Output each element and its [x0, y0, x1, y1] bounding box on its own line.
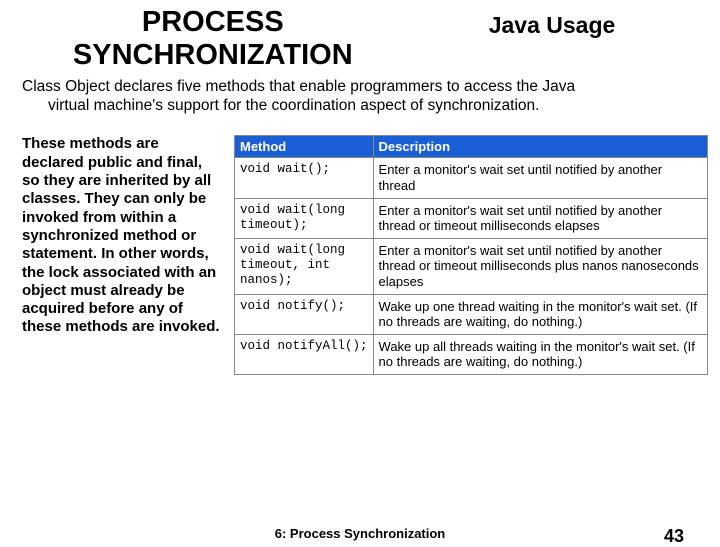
cell-method: void wait();: [235, 158, 374, 198]
slide-header: PROCESS SYNCHRONIZATION Java Usage: [0, 0, 720, 73]
table-header-row: Method Description: [235, 136, 708, 158]
col-header-method: Method: [235, 136, 374, 158]
cell-desc: Enter a monitor's wait set until notifie…: [373, 158, 707, 198]
intro-line2: virtual machine's support for the coordi…: [22, 96, 700, 115]
cell-desc: Wake up one thread waiting in the monito…: [373, 294, 707, 334]
intro-paragraph: Class Object declares five methods that …: [0, 73, 720, 116]
page-number: 43: [664, 526, 684, 547]
table-row: void notifyAll(); Wake up all threads wa…: [235, 334, 708, 374]
table-row: void wait(long timeout, int nanos); Ente…: [235, 238, 708, 294]
table-row: void wait(); Enter a monitor's wait set …: [235, 158, 708, 198]
cell-desc: Wake up all threads waiting in the monit…: [373, 334, 707, 374]
slide-title: PROCESS SYNCHRONIZATION: [40, 6, 386, 73]
cell-method: void wait(long timeout);: [235, 198, 374, 238]
slide-subtitle: Java Usage: [424, 6, 680, 73]
table-row: void notify(); Wake up one thread waitin…: [235, 294, 708, 334]
content-area: These methods are declared public and fi…: [0, 115, 720, 375]
cell-method: void notifyAll();: [235, 334, 374, 374]
cell-method: void wait(long timeout, int nanos);: [235, 238, 374, 294]
footer-chapter: 6: Process Synchronization: [275, 526, 446, 541]
cell-desc: Enter a monitor's wait set until notifie…: [373, 198, 707, 238]
col-header-description: Description: [373, 136, 707, 158]
cell-desc: Enter a monitor's wait set until notifie…: [373, 238, 707, 294]
table-row: void wait(long timeout); Enter a monitor…: [235, 198, 708, 238]
methods-table: Method Description void wait(); Enter a …: [234, 135, 708, 375]
side-paragraph: These methods are declared public and fi…: [22, 135, 222, 375]
intro-line1: Class Object declares five methods that …: [22, 78, 575, 95]
methods-table-wrap: Method Description void wait(); Enter a …: [234, 135, 708, 375]
cell-method: void notify();: [235, 294, 374, 334]
